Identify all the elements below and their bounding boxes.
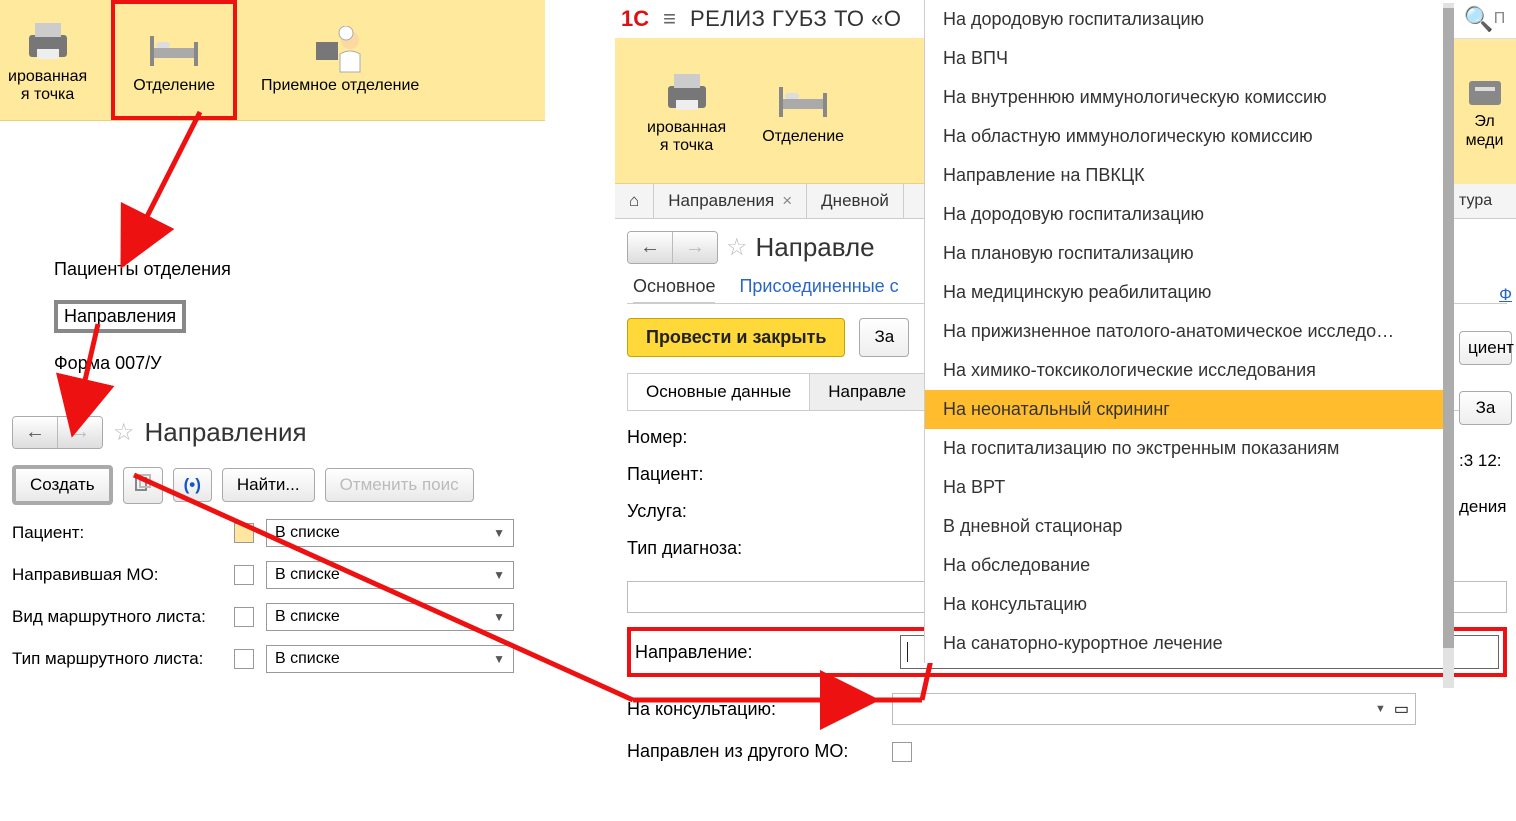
star-icon[interactable]: ☆ [726, 233, 748, 262]
search-icon[interactable]: 🔍 П [1453, 0, 1516, 39]
field-from-other-check[interactable] [892, 742, 912, 762]
dropdown-item[interactable]: На ВПЧ [925, 39, 1443, 78]
field-consult-input[interactable]: ▼ ▭ [892, 693, 1416, 725]
filter-mo-label: Направившая МО: [12, 565, 222, 585]
menu-form007[interactable]: Форма 007/У [54, 353, 533, 374]
find-button[interactable]: Найти... [222, 468, 315, 502]
nav-arrows[interactable]: ← → [12, 416, 103, 449]
nav-back-icon[interactable]: ← [628, 232, 673, 263]
scrollbar-thumb[interactable] [1443, 8, 1454, 648]
hamburger-icon[interactable]: ≡ [663, 6, 676, 32]
dropdown-item[interactable]: На прижизненное патолого-анатомическое и… [925, 312, 1443, 351]
page-title: Направления [145, 417, 307, 448]
open-icon[interactable]: ▭ [1394, 699, 1409, 719]
filter-route-kind-label: Вид маршрутного листа: [12, 607, 222, 627]
dropdown-item[interactable]: На медицинскую реабилитацию [925, 273, 1443, 312]
filter-route-type-check[interactable] [234, 649, 254, 669]
filter-patient-check[interactable] [234, 523, 254, 543]
field-dtype-label: Тип диагноза: [627, 538, 892, 559]
filter-mo-check[interactable] [234, 565, 254, 585]
field-patient-label: Пациент: [627, 464, 892, 485]
tab-directions[interactable]: Направления× [654, 184, 807, 218]
nav-back-icon[interactable]: ← [13, 417, 58, 448]
dropdown-item[interactable]: На госпитализацию по экстренным показани… [925, 429, 1443, 468]
menu-directions[interactable]: Направления [54, 300, 186, 333]
dropdown-item[interactable]: На обследование [925, 546, 1443, 585]
section-tochka[interactable]: ированнаяя точка [0, 0, 105, 120]
printer-icon [658, 67, 716, 117]
field-consult-label: На консультацию: [627, 699, 892, 720]
sliver-dept: дения [1459, 497, 1512, 517]
sliver-tab[interactable]: тура [1453, 184, 1516, 219]
create-button[interactable]: Создать [12, 465, 113, 505]
close-icon[interactable]: × [782, 191, 792, 211]
star-icon[interactable]: ☆ [113, 418, 135, 447]
direction-dropdown[interactable]: На дородовую госпитализациюНа ВПЧНа внут… [924, 0, 1443, 663]
dropdown-item[interactable]: На областную иммунологическую комиссию [925, 117, 1443, 156]
filter-patient-mode[interactable]: В списке▼ [266, 519, 514, 547]
r-section-otdelenie[interactable]: Отделение [744, 38, 862, 183]
dropdown-item[interactable]: На неонатальный скрининг [925, 390, 1443, 429]
doctor-icon [311, 25, 369, 75]
scrollbar[interactable] [1443, 3, 1454, 688]
dropdown-item[interactable]: Направление на ПВКЦК [925, 156, 1443, 195]
field-service-label: Услуга: [627, 501, 892, 522]
dropdown-item[interactable]: На дородовую госпитализацию [925, 0, 1443, 39]
copy-button[interactable] [123, 467, 163, 504]
dropdown-item[interactable]: На внутреннюю иммунологическую комиссию [925, 78, 1443, 117]
filter-route-kind-check[interactable] [234, 607, 254, 627]
doc-title: Направле [756, 232, 875, 263]
section-otdelenie[interactable]: Отделение [111, 0, 237, 120]
field-from-other-label: Направлен из другого МО: [627, 741, 892, 762]
inner-tab-direction[interactable]: Направле [809, 373, 925, 410]
tab-dnevnoy[interactable]: Дневной [807, 184, 904, 218]
dropdown-item[interactable]: На дородовую госпитализацию [925, 195, 1443, 234]
filter-route-type-mode[interactable]: В списке▼ [266, 645, 514, 673]
write-button[interactable]: За [859, 318, 909, 357]
field-number-label: Номер: [627, 427, 892, 448]
dropdown-item[interactable]: На консультацию [925, 585, 1443, 624]
filter-route-type-label: Тип маршрутного листа: [12, 649, 222, 669]
filter-patient-label: Пациент: [12, 523, 222, 543]
section-priemnoe[interactable]: Приемное отделение [243, 0, 437, 120]
cancel-find-button[interactable]: Отменить поис [325, 468, 474, 502]
sliver-section[interactable]: Элмеди [1453, 39, 1516, 184]
r-section-tochka[interactable]: ированнаяя точка [629, 38, 744, 183]
inner-tab-main[interactable]: Основные данные [627, 373, 810, 410]
section-main[interactable]: Основное [633, 276, 715, 304]
nav-fwd-icon[interactable]: → [58, 417, 102, 448]
sliver-time: :3 12: [1459, 451, 1512, 471]
dropdown-item[interactable]: На ВРТ [925, 468, 1443, 507]
dropdown-item[interactable]: На химико-токсикологические исследования [925, 351, 1443, 390]
bed-icon [145, 25, 203, 75]
dropdown-item[interactable]: На плановую госпитализацию [925, 234, 1443, 273]
refresh-button[interactable]: (•) [173, 468, 212, 502]
field-direction-label: Направление: [635, 642, 900, 663]
tab-home[interactable]: ⌂ [615, 184, 654, 218]
app-title: РЕЛИЗ ГУБЗ ТО «О [690, 6, 902, 32]
dropdown-item[interactable]: В дневной стационар [925, 507, 1443, 546]
sliver-za-button[interactable]: За [1459, 391, 1512, 425]
home-icon: ⌂ [629, 191, 639, 211]
post-and-close-button[interactable]: Провести и закрыть [627, 318, 845, 357]
logo-1c: 1C [621, 6, 649, 32]
nav-fwd-icon[interactable]: → [673, 232, 717, 263]
bed-icon [774, 76, 832, 126]
nav-arrows[interactable]: ← → [627, 231, 718, 264]
filter-route-kind-mode[interactable]: В списке▼ [266, 603, 514, 631]
section-attached[interactable]: Присоединенные с [739, 276, 898, 297]
sliver-link[interactable]: Ф [1459, 285, 1512, 305]
printer-icon [19, 16, 77, 66]
sliver-patient-button[interactable]: циент [1459, 331, 1512, 365]
dropdown-item[interactable]: На санаторно-курортное лечение [925, 624, 1443, 663]
filter-mo-mode[interactable]: В списке▼ [266, 561, 514, 589]
menu-patients[interactable]: Пациенты отделения [54, 259, 533, 280]
